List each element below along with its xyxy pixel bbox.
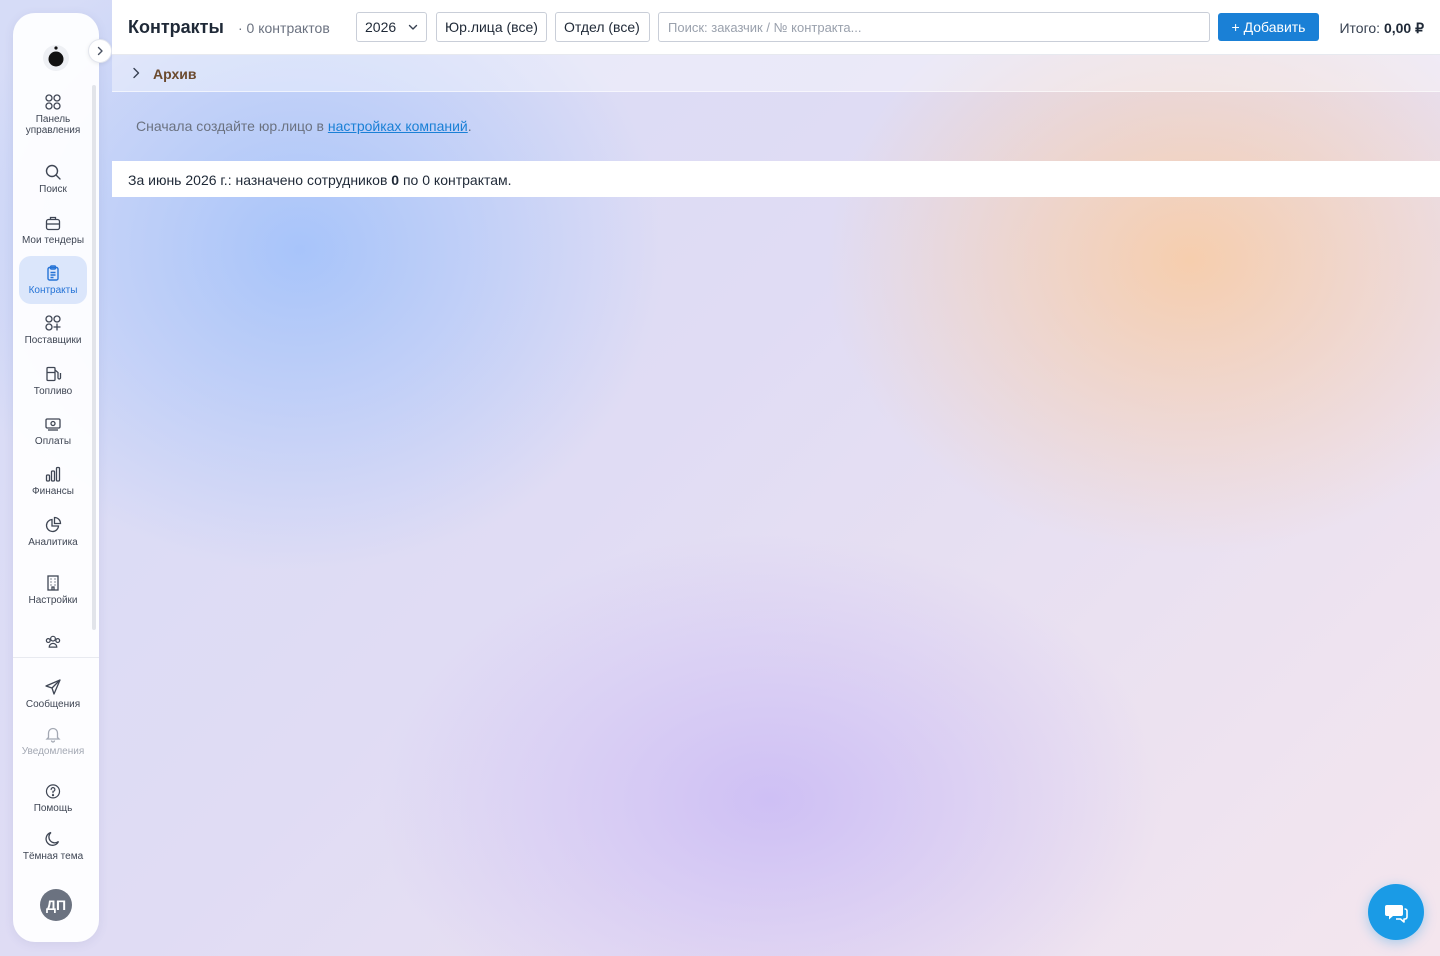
notice-text: Сначала создайте юр.лицо в [136, 118, 328, 134]
sidebar-item-notifications[interactable]: Уведомления [19, 725, 87, 765]
moon-icon [45, 831, 60, 846]
sidebar-item-label: Мои тендеры [21, 235, 85, 246]
chat-bubbles-icon [1385, 905, 1408, 923]
sidebar: Панель управления Поиск Мои тендеры Конт… [13, 13, 112, 942]
sidebar-item-dark-theme[interactable]: Тёмная тема [19, 830, 87, 870]
sidebar-item-label: Контракты [28, 285, 78, 296]
pie-chart-icon [45, 516, 62, 533]
chevron-down-icon [408, 24, 418, 30]
sidebar-item-suppliers[interactable]: Поставщики [19, 314, 87, 350]
suppliers-grid-icon [45, 315, 61, 331]
archive-toggle[interactable]: Архив [112, 55, 1440, 92]
sidebar-item-settings[interactable]: Настройки [19, 574, 87, 610]
fuel-pump-icon [46, 366, 62, 382]
employees-count: 0 [391, 172, 400, 188]
contracts-clipboard-icon [47, 265, 59, 281]
total-label: Итого: [1339, 20, 1381, 36]
sidebar-item-help[interactable]: Помощь [19, 783, 87, 813]
notice-text-end: . [467, 118, 472, 134]
sidebar-item-label: Тёмная тема [22, 851, 84, 862]
user-avatar[interactable]: ДП [40, 889, 72, 921]
sidebar-item-search[interactable]: Поиск [19, 163, 87, 199]
department-filter-select[interactable]: Отдел (все) [555, 12, 650, 42]
entity-filter-value: Юр.лица (все) [445, 19, 538, 35]
sidebar-item-my-tenders[interactable]: Мои тендеры [19, 214, 87, 250]
help-circle-icon [45, 784, 61, 799]
sidebar-item-fuel[interactable]: Топливо [19, 365, 87, 401]
summary-text-middle: по [399, 172, 423, 188]
year-select-value: 2026 [365, 19, 397, 35]
year-select[interactable]: 2026 [356, 12, 427, 42]
sidebar-item-label: Уведомления [21, 746, 85, 757]
total-value: 0,00 ₽ [1383, 20, 1424, 36]
sidebar-item-contracts[interactable]: Контракты [19, 256, 87, 304]
total-amount: Итого: 0,00 ₽ [1339, 20, 1424, 37]
sidebar-item-messages[interactable]: Сообщения [19, 678, 87, 710]
assignment-summary: За июнь 2026 г.: назначено сотрудников 0… [112, 161, 1440, 197]
bar-chart-icon [45, 466, 61, 482]
sidebar-item-dashboard[interactable]: Панель управления [19, 93, 87, 141]
chat-support-button[interactable] [1368, 884, 1424, 940]
dashboard-grid-icon [45, 94, 61, 110]
top-bar: Контракты · 0 контрактов 2026 Юр.лица (в… [112, 0, 1440, 55]
page-title: Контракты [128, 17, 224, 37]
sidebar-item-payments[interactable]: Оплаты [19, 415, 87, 451]
sidebar-item-finance[interactable]: Финансы [19, 465, 87, 501]
sidebar-expand-button[interactable] [88, 39, 112, 63]
sidebar-item-label: Настройки [28, 595, 78, 606]
archive-label: Архив [153, 66, 197, 82]
sidebar-item-label: Панель управления [25, 114, 81, 136]
contracts-assigned-count: 0 [422, 172, 431, 188]
summary-text-end: контрактам. [430, 172, 512, 188]
sidebar-item-label: Оплаты [34, 436, 72, 447]
sidebar-item-label: Помощь [33, 802, 73, 813]
briefcase-icon [45, 216, 61, 231]
bell-icon [45, 727, 61, 743]
contracts-count: · 0 контрактов [238, 20, 330, 36]
chevron-right-icon [97, 46, 103, 56]
sidebar-item-label: Финансы [32, 486, 74, 497]
sidebar-item-label: Аналитика [28, 537, 78, 548]
entity-filter-select[interactable]: Юр.лица (все) [436, 12, 547, 42]
department-filter-value: Отдел (все) [564, 19, 640, 35]
sidebar-scrollbar[interactable] [92, 85, 96, 630]
sidebar-item-analytics[interactable]: Аналитика [19, 516, 87, 552]
summary-text: За июнь 2026 г.: назначено сотрудников [128, 172, 392, 188]
add-contract-button[interactable]: + Добавить [1218, 13, 1319, 41]
chevron-right-icon [133, 67, 140, 79]
search-icon [45, 164, 61, 180]
sidebar-item-label: Поиск [39, 184, 67, 195]
team-users-icon [45, 635, 61, 648]
search-input[interactable] [658, 12, 1210, 42]
app-logo-icon [43, 45, 69, 71]
sidebar-divider [13, 657, 99, 658]
company-settings-link[interactable]: настройках компаний [328, 118, 468, 134]
sidebar-item-label: Топливо [33, 386, 73, 397]
sidebar-item-team[interactable] [19, 633, 87, 653]
paper-plane-icon [45, 679, 61, 695]
sidebar-item-label: Сообщения [25, 699, 81, 710]
create-entity-notice: Сначала создайте юр.лицо в настройках ко… [136, 118, 472, 134]
building-icon [47, 575, 59, 591]
sidebar-item-label: Поставщики [24, 335, 82, 346]
payment-banknote-icon [45, 418, 61, 431]
